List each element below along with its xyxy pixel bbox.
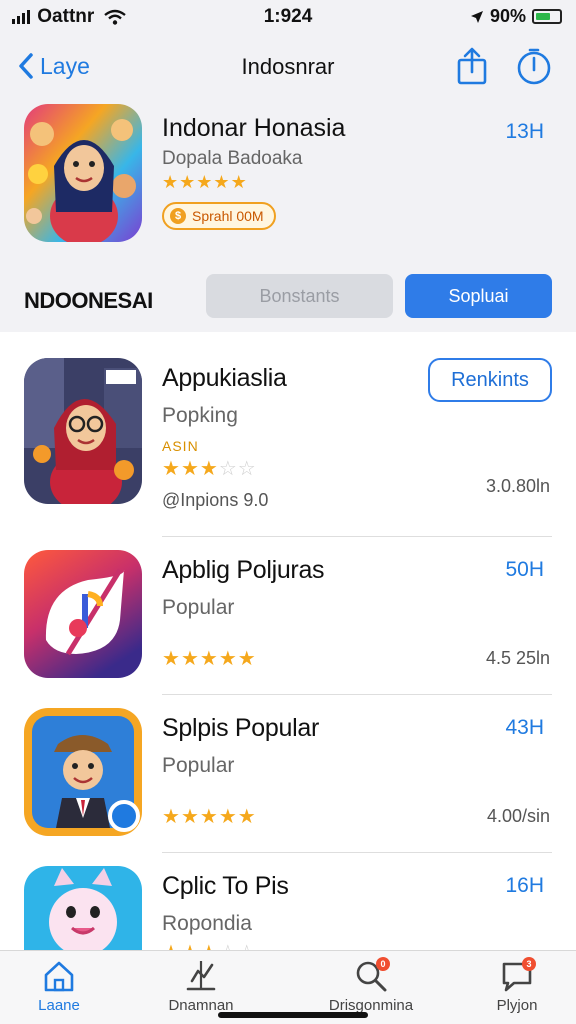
cat-icon (24, 866, 142, 950)
battery-icon (532, 9, 562, 24)
app-subtitle: Ropondia (162, 912, 252, 935)
tab-home-label: Laane (38, 997, 80, 1014)
tab-home[interactable]: Laane (4, 959, 114, 1014)
star-filled-icon: ★ (196, 172, 214, 192)
featured-app-icon (24, 104, 142, 242)
app-tag: ASIN (162, 438, 199, 454)
list-item[interactable]: Splpis Popular Popular ★★★★★ 43H 4.00/si… (24, 708, 552, 854)
app-rating-stars: ★★★☆☆ (162, 456, 257, 481)
star-filled-icon: ★ (218, 648, 238, 670)
featured-badge[interactable]: $ Sprahl 00M (162, 202, 276, 230)
star-filled-icon: ★ (180, 648, 200, 670)
star-filled-icon: ★ (180, 806, 200, 828)
share-icon (457, 47, 487, 85)
star-filled-icon: ★ (237, 806, 257, 828)
navigation-bar: Laye Indosnrar (0, 44, 576, 90)
list-item[interactable]: Cplic To Pis Ropondia ★★★☆☆ 16H (24, 866, 552, 952)
character-glasses-icon (24, 358, 142, 504)
star-filled-icon: ★ (237, 648, 257, 670)
star-empty-icon: ☆ (218, 458, 238, 480)
star-filled-icon: ★ (162, 806, 181, 828)
chat-icon: 3 (500, 957, 536, 993)
location-icon (470, 10, 483, 23)
divider (162, 852, 552, 853)
app-rating-stars: ★★★★★ (162, 646, 257, 671)
app-title: Splpis Popular (162, 714, 320, 742)
app-icon (24, 550, 142, 678)
star-filled-icon: ★ (180, 458, 200, 480)
tab-messages[interactable]: 3 Plyjon (462, 957, 572, 1014)
app-subtitle: Popular (162, 754, 235, 777)
star-filled-icon: ★ (230, 172, 248, 192)
character-hat-icon (24, 708, 142, 836)
featured-badge-label: Sprahl 00M (192, 208, 264, 224)
tab-charts[interactable]: Dnamnan (146, 959, 256, 1014)
app-subtitle: Popking (162, 404, 238, 427)
app-meta-top: 50H (505, 558, 544, 581)
chart-icon (184, 959, 218, 993)
star-filled-icon: ★ (179, 172, 197, 192)
app-meta-top: 43H (505, 716, 544, 739)
app-meta-top: 16H (505, 874, 544, 897)
section-title: NDOONESAI (24, 288, 153, 313)
app-meta: 4.00/sin (486, 806, 550, 826)
featured-meta: 13H (505, 120, 544, 143)
battery-percent: 90% (489, 6, 526, 26)
divider (162, 536, 552, 537)
featured-app[interactable]: Indonar Honasia Dopala Badoaka ★★★★★ $ S… (24, 104, 554, 244)
star-filled-icon: ★ (162, 648, 181, 670)
search-icon: 0 (354, 957, 390, 993)
coin-icon: $ (170, 208, 186, 224)
star-filled-icon: ★ (162, 458, 181, 480)
featured-app-subtitle: Dopala Badoaka (162, 148, 303, 169)
star-empty-icon: ☆ (237, 458, 257, 480)
list-item[interactable]: Appukiaslia Popking ASIN ★★★☆☆ @Inpions … (24, 358, 552, 510)
timer-button[interactable] (514, 46, 554, 86)
status-right: 90% (470, 6, 562, 27)
app-title: Apblig Poljuras (162, 556, 325, 584)
tab-messages-label: Plyjon (496, 997, 538, 1014)
divider (162, 694, 552, 695)
segment-button-right[interactable]: Sopluai (405, 274, 552, 318)
star-filled-icon: ★ (213, 172, 231, 192)
home-indicator (218, 1012, 368, 1018)
app-title: Cplic To Pis (162, 872, 289, 900)
share-button[interactable] (452, 46, 492, 86)
star-filled-icon: ★ (162, 172, 180, 192)
app-subtitle: Popular (162, 596, 235, 619)
tab-search[interactable]: 0 Drisgonmina (316, 957, 426, 1014)
segment-button-left[interactable]: Bonstants (206, 274, 393, 318)
get-button[interactable]: Renkints (428, 358, 552, 402)
app-icon (24, 708, 142, 836)
star-filled-icon: ★ (218, 806, 238, 828)
app-icon (24, 866, 142, 950)
notification-badge: 3 (522, 957, 536, 971)
star-filled-icon: ★ (199, 458, 219, 480)
app-meta: 4.5 25ln (485, 648, 550, 668)
featured-app-title: Indonar Honasia (162, 114, 346, 142)
status-bar: Oattnr 1:924 90% (0, 0, 576, 36)
music-note-icon (24, 550, 142, 678)
app-rating-stars: ★★★★★ (162, 804, 257, 829)
character-hijab-icon (24, 104, 142, 242)
notification-badge: 0 (376, 957, 390, 971)
list-item[interactable]: Apblig Poljuras Popular ★★★★★ 50H 4.5 25… (24, 550, 552, 696)
star-filled-icon: ★ (199, 648, 219, 670)
app-title: Appukiaslia (162, 364, 287, 392)
app-meta: 3.0.80ln (485, 476, 550, 496)
app-icon (24, 358, 142, 504)
home-icon (42, 959, 76, 993)
timer-icon (517, 48, 551, 85)
featured-rating-stars: ★★★★★ (162, 172, 248, 193)
star-filled-icon: ★ (199, 806, 219, 828)
app-detail: @Inpions 9.0 (162, 490, 269, 510)
